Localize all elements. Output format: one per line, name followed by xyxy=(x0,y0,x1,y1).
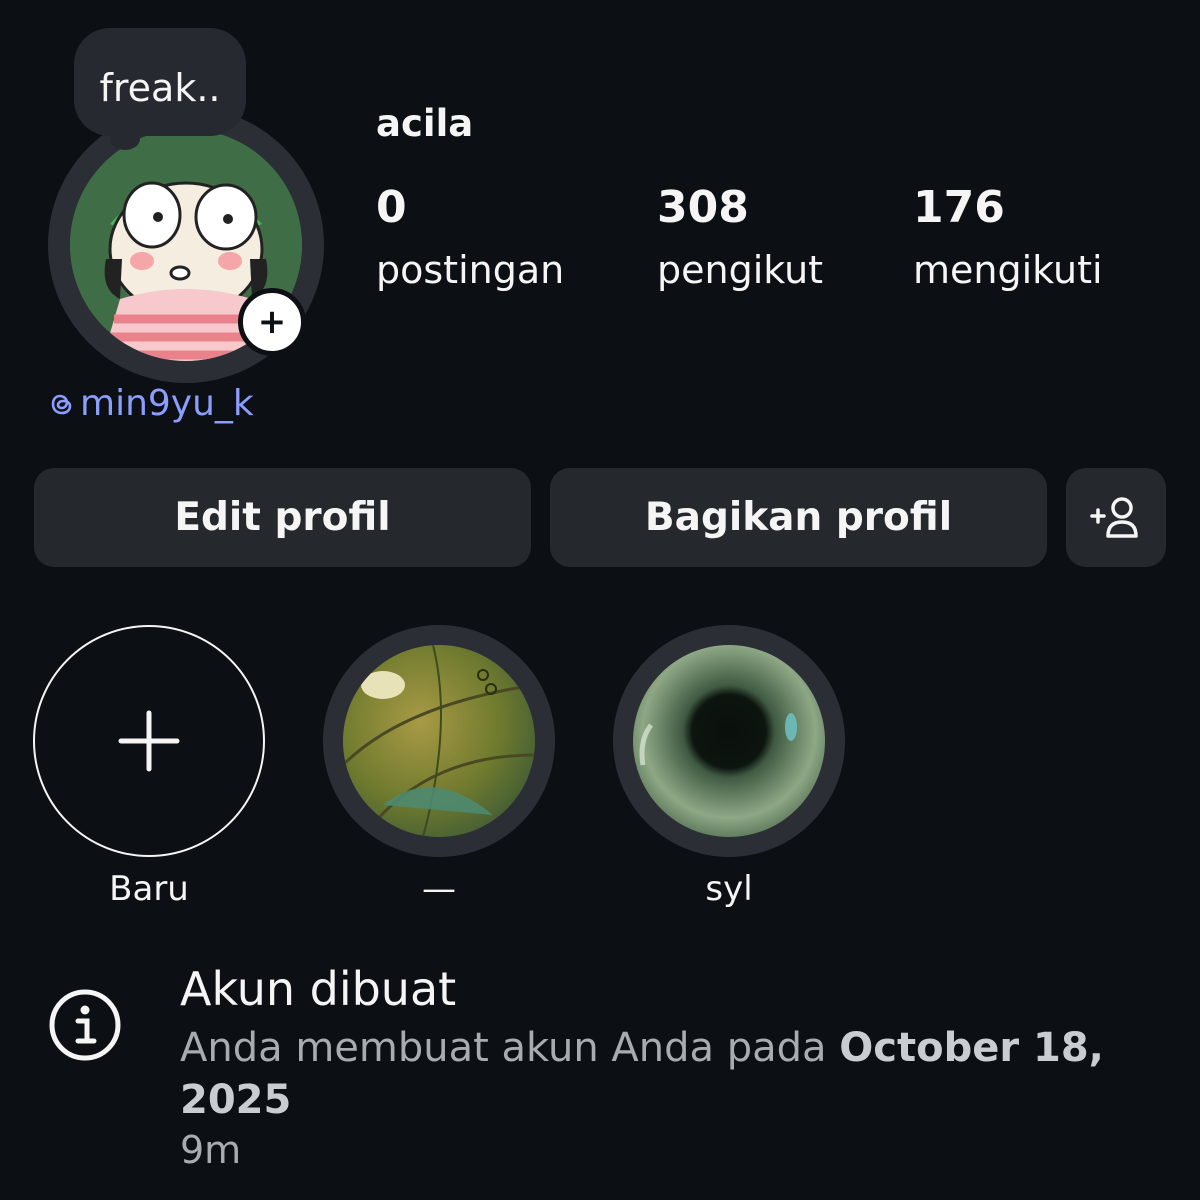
highlight-label: Baru xyxy=(109,869,189,909)
stat-followers[interactable]: 308 pengikut xyxy=(657,180,823,298)
note-bubble-tail xyxy=(110,128,140,150)
threads-link[interactable]: min9yu_k xyxy=(48,383,254,424)
following-label: mengikuti xyxy=(913,248,1103,292)
highlight-label: syl xyxy=(705,869,753,909)
add-person-icon xyxy=(1090,496,1138,538)
stat-posts[interactable]: 0 postingan xyxy=(376,180,564,298)
edit-profile-button[interactable]: Edit profil xyxy=(34,468,531,567)
note-text: freak.. xyxy=(99,66,221,110)
followers-label: pengikut xyxy=(657,248,824,292)
posts-count: 0 xyxy=(376,182,407,233)
profile-username: acila xyxy=(376,102,474,145)
share-profile-button[interactable]: Bagikan profil xyxy=(550,468,1047,567)
highlight-butterfly[interactable]: — xyxy=(321,625,557,909)
info-icon xyxy=(49,989,121,1061)
new-highlight-circle[interactable] xyxy=(33,625,265,857)
posts-label: postingan xyxy=(376,248,565,292)
plus-icon xyxy=(118,710,180,772)
account-created-time: 9m xyxy=(180,1128,242,1172)
eye-iris-image xyxy=(633,645,825,837)
account-created-title: Akun dibuat xyxy=(180,962,457,1016)
followers-count: 308 xyxy=(657,182,749,233)
highlight-cover xyxy=(613,625,845,857)
highlight-cover xyxy=(323,625,555,857)
threads-handle-text: min9yu_k xyxy=(80,383,254,424)
highlight-syl[interactable]: syl xyxy=(611,625,847,909)
highlight-new[interactable]: Baru xyxy=(31,625,267,909)
butterfly-wing-image xyxy=(343,645,535,837)
stat-following[interactable]: 176 mengikuti xyxy=(913,180,1103,298)
highlight-label: — xyxy=(422,869,456,909)
account-created-description: Anda membuat akun Anda pada October 18, … xyxy=(180,1022,1140,1126)
discover-people-button[interactable] xyxy=(1066,468,1166,567)
add-story-button[interactable]: + xyxy=(238,288,306,356)
threads-icon xyxy=(51,394,72,414)
following-count: 176 xyxy=(913,182,1005,233)
account-created-text: Anda membuat akun Anda pada xyxy=(180,1025,840,1071)
